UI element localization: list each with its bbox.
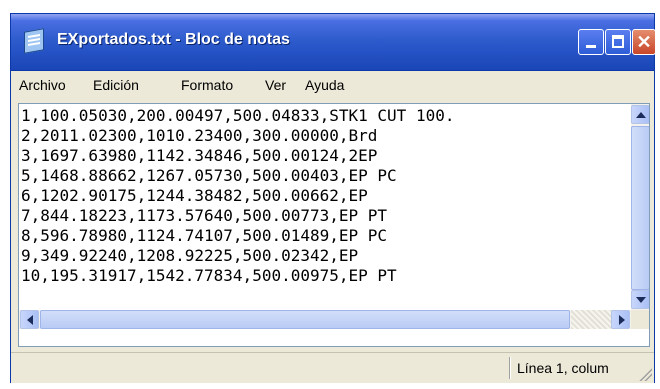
maximize-icon xyxy=(612,35,624,48)
arrow-up-icon xyxy=(636,112,646,118)
notepad-icon[interactable] xyxy=(24,28,44,54)
close-icon: ✕ xyxy=(636,32,652,52)
resize-grip-icon[interactable] xyxy=(638,367,652,381)
horizontal-scrollbar[interactable] xyxy=(19,310,631,329)
scroll-right-button[interactable] xyxy=(611,310,630,329)
menu-archivo[interactable]: Archivo xyxy=(19,77,66,93)
text-line: 5,1468.88662,1267.05730,500.00403,EP PC xyxy=(21,166,397,185)
text-line: 6,1202.90175,1244.38482,500.00662,EP xyxy=(21,186,368,205)
vertical-scroll-thumb[interactable] xyxy=(631,126,649,290)
text-editor[interactable]: 1,100.05030,200.00497,500.04833,STK1 CUT… xyxy=(18,103,650,347)
menu-bar: Archivo Edición Formato Ver Ayuda xyxy=(11,71,654,99)
minimize-button[interactable] xyxy=(578,29,604,55)
menu-ayuda[interactable]: Ayuda xyxy=(305,77,344,93)
maximize-button[interactable] xyxy=(605,29,631,55)
text-line: 9,349.92240,1208.92225,500.02342,EP xyxy=(21,246,359,265)
arrow-right-icon xyxy=(619,315,625,325)
notepad-window: EXportados.txt - Bloc de notas ✕ Archivo… xyxy=(10,13,656,383)
menu-edicion[interactable]: Edición xyxy=(93,77,139,93)
horizontal-scroll-thumb[interactable] xyxy=(40,310,570,329)
title-bar[interactable]: EXportados.txt - Bloc de notas ✕ xyxy=(11,14,656,71)
horizontal-scroll-track[interactable] xyxy=(571,310,611,329)
menu-formato[interactable]: Formato xyxy=(181,77,233,93)
menu-ver[interactable]: Ver xyxy=(265,77,286,93)
arrow-left-icon xyxy=(27,315,33,325)
text-line: 1,100.05030,200.00497,500.04833,STK1 CUT… xyxy=(21,106,455,125)
text-line: 3,1697.63980,1142.34846,500.00124,2EP xyxy=(21,146,378,165)
scroll-left-button[interactable] xyxy=(20,310,39,329)
text-line: 8,596.78980,1124.74107,500.01489,EP PC xyxy=(21,226,388,245)
close-button[interactable]: ✕ xyxy=(632,29,656,55)
arrow-down-icon xyxy=(636,297,646,303)
minimize-icon xyxy=(586,45,596,48)
window-title: EXportados.txt - Bloc de notas xyxy=(57,31,290,48)
scroll-up-button[interactable] xyxy=(631,105,649,124)
text-line: 7,844.18223,1173.57640,500.00773,EP PT xyxy=(21,206,388,225)
text-content[interactable]: 1,100.05030,200.00497,500.04833,STK1 CUT… xyxy=(19,104,631,310)
text-line: 2,2011.02300,1010.23400,300.00000,Brd xyxy=(21,126,378,145)
vertical-scrollbar[interactable] xyxy=(631,104,649,310)
text-line: 10,195.31917,1542.77834,500.00975,EP PT xyxy=(21,266,397,285)
scrollbar-corner xyxy=(631,310,649,329)
status-divider xyxy=(509,357,510,379)
scroll-down-button[interactable] xyxy=(631,290,649,309)
status-bar: Línea 1, colum xyxy=(11,352,654,383)
cursor-position: Línea 1, colum xyxy=(517,360,609,376)
